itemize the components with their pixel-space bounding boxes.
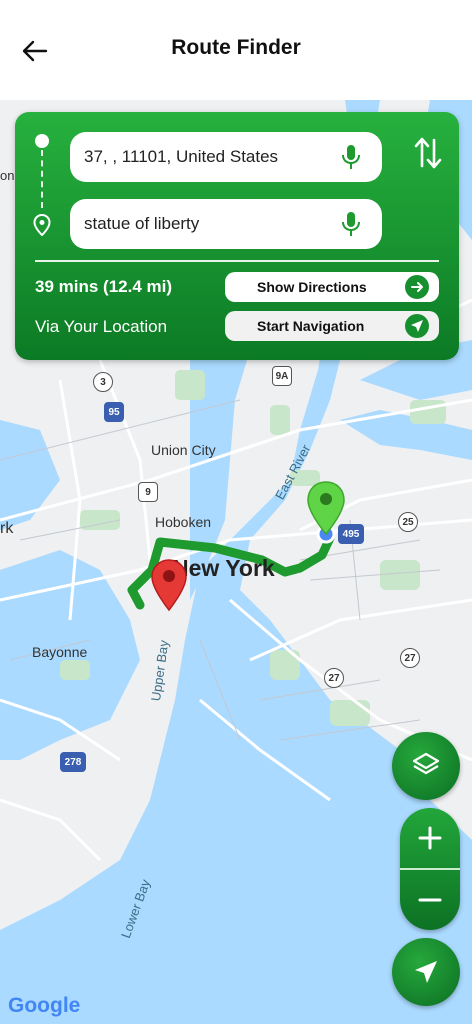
start-navigation-label: Start Navigation [257, 318, 365, 334]
show-directions-button[interactable]: Show Directions [225, 272, 439, 302]
microphone-icon[interactable] [340, 144, 362, 170]
destination-marker-icon[interactable] [150, 558, 188, 612]
interstate-shield: 95 [104, 402, 124, 422]
map-label-hoboken: Hoboken [155, 514, 212, 530]
google-logo: Google [8, 994, 81, 1017]
route-shield: 9 [138, 482, 158, 502]
origin-field[interactable]: 37, , 11101, United States [70, 132, 382, 182]
route-panel: 37, , 11101, United States statue of lib… [15, 112, 459, 360]
route-via: Via Your Location [35, 317, 168, 336]
my-location-button[interactable] [392, 938, 460, 1006]
navigation-arrow-icon [415, 961, 437, 983]
microphone-icon[interactable] [340, 211, 362, 237]
arrow-right-icon [405, 275, 429, 299]
interstate-shield: 278 [60, 752, 86, 772]
map-label-edge-on: on [0, 168, 15, 183]
layers-icon [412, 752, 440, 775]
zoom-out-button[interactable] [400, 870, 460, 930]
start-navigation-button[interactable]: Start Navigation [225, 311, 439, 341]
route-duration: 39 mins (12.4 mi) [35, 277, 173, 296]
app-header: Route Finder [0, 0, 472, 100]
google-attribution: Google [8, 994, 80, 1018]
route-shield: 27 [400, 648, 420, 668]
location-pin-icon [33, 214, 51, 236]
panel-divider [35, 260, 439, 262]
route-shield: 27 [324, 668, 344, 688]
layers-button[interactable] [392, 732, 460, 800]
destination-field[interactable]: statue of liberty [70, 199, 382, 249]
origin-text: 37, , 11101, United States [84, 147, 279, 166]
route-shield: 25 [398, 512, 418, 532]
show-directions-label: Show Directions [257, 279, 367, 295]
zoom-in-button[interactable] [400, 808, 460, 868]
origin-dot-icon [35, 134, 49, 148]
route-shield: 3 [93, 372, 113, 392]
destination-text: statue of liberty [84, 214, 200, 233]
swap-icon[interactable] [413, 136, 443, 170]
map-label-union-city: Union City [151, 442, 216, 458]
plus-icon [418, 826, 442, 850]
map-label-edge-rk: rk [0, 520, 14, 537]
origin-marker-icon[interactable] [306, 480, 346, 536]
zoom-control [400, 808, 460, 930]
route-connector [41, 150, 43, 208]
route-shield: 9A [272, 366, 292, 386]
map-label-bayonne: Bayonne [32, 644, 88, 660]
minus-icon [418, 898, 442, 902]
page-title: Route Finder [171, 36, 301, 59]
navigation-arrow-icon [405, 314, 429, 338]
